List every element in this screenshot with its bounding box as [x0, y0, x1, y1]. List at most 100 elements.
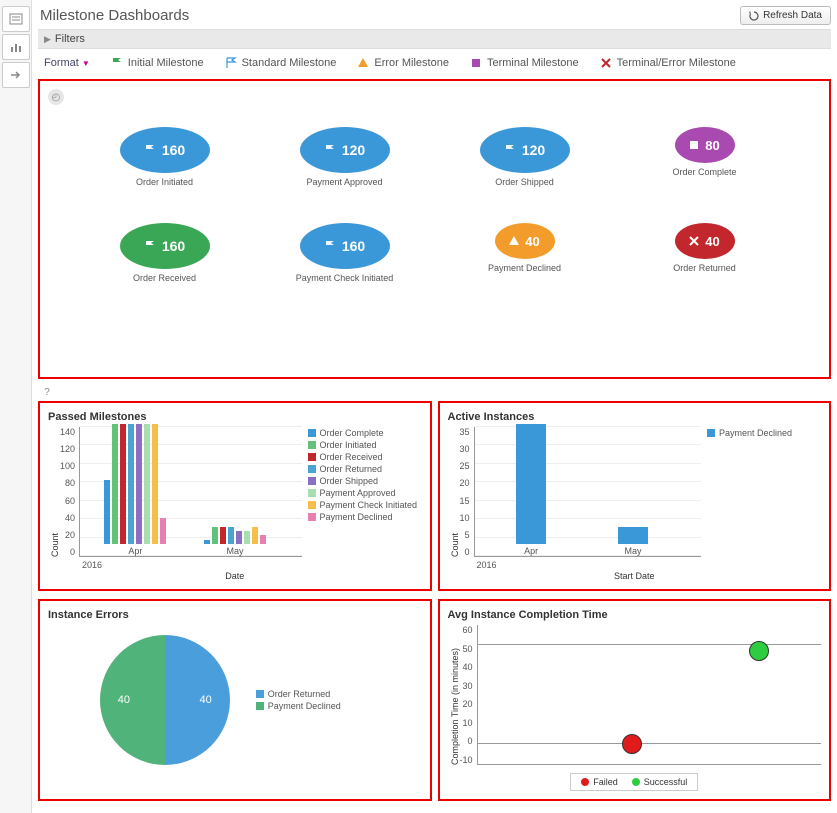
- year-label: 2016: [82, 560, 102, 570]
- x-tick-label: Apr: [128, 546, 142, 556]
- refresh-label: Refresh Data: [763, 10, 822, 21]
- stop-icon: [689, 140, 699, 150]
- flag-initial-icon: [110, 57, 124, 69]
- bar[interactable]: [128, 424, 134, 544]
- bar[interactable]: [104, 480, 110, 544]
- year-label: 2016: [477, 560, 497, 570]
- bar[interactable]: [244, 531, 250, 544]
- legend-terminal-milestone: Terminal Milestone: [469, 57, 579, 69]
- bar[interactable]: [220, 527, 226, 544]
- chevron-right-icon: ▶: [44, 34, 51, 45]
- y-axis-label: Count: [448, 427, 460, 557]
- milestone-node[interactable]: 40: [675, 223, 735, 259]
- bar[interactable]: [152, 424, 158, 544]
- milestone-label: Order Returned: [673, 263, 736, 273]
- bar-chart-icon: [9, 41, 23, 53]
- milestone-value: 160: [342, 238, 365, 254]
- refresh-icon: [749, 11, 759, 21]
- format-label: Format: [44, 57, 79, 69]
- x-tick-label: May: [227, 546, 244, 556]
- chart-title: Passed Milestones: [48, 411, 422, 423]
- flag-solid-icon: [144, 240, 156, 252]
- bar[interactable]: [204, 540, 210, 544]
- instance-errors-panel: Instance Errors 40 40 Order ReturnedPaym…: [38, 599, 432, 801]
- warn-icon: [356, 57, 370, 69]
- bar[interactable]: [144, 424, 150, 544]
- format-dropdown[interactable]: Format ▼: [44, 57, 90, 69]
- x-icon: [689, 236, 699, 246]
- flag-icon: [144, 144, 156, 156]
- milestone-label: Order Complete: [672, 167, 736, 177]
- milestone-node[interactable]: 160: [120, 223, 210, 269]
- y-axis-label: Count: [48, 427, 60, 557]
- scatter-point[interactable]: [622, 734, 642, 754]
- pie-chart[interactable]: 40 40: [100, 635, 230, 765]
- bar[interactable]: [212, 527, 218, 544]
- refresh-data-button[interactable]: Refresh Data: [740, 6, 831, 25]
- legend-error-milestone: Error Milestone: [356, 57, 449, 69]
- bar[interactable]: [252, 527, 258, 544]
- filters-toggle[interactable]: ▶ Filters: [38, 29, 831, 49]
- help-icon[interactable]: ?: [40, 385, 54, 399]
- milestone-value: 80: [705, 138, 719, 153]
- chart-title: Active Instances: [448, 411, 822, 423]
- milestone-node[interactable]: 160: [300, 223, 390, 269]
- active-instances-panel: Active Instances Count 35302520151050 20…: [438, 401, 832, 591]
- milestone-value: 40: [705, 234, 719, 249]
- bar[interactable]: [228, 527, 234, 544]
- rail-nav-tasks[interactable]: [2, 6, 30, 32]
- flag-standard-icon: [224, 57, 238, 69]
- milestone-label: Payment Declined: [488, 263, 561, 273]
- milestone-label: Order Initiated: [136, 177, 193, 187]
- milestone-label: Payment Approved: [306, 177, 382, 187]
- milestone-label: Order Shipped: [495, 177, 554, 187]
- export-arrow-icon: [9, 69, 23, 81]
- legend-standard-milestone: Standard Milestone: [224, 57, 337, 69]
- chart-legend: FailedSuccessful: [570, 773, 698, 791]
- scatter-plot[interactable]: [477, 625, 821, 765]
- x-tick-label: Apr: [524, 546, 538, 556]
- milestone-value: 120: [522, 142, 545, 158]
- bar[interactable]: [112, 424, 118, 544]
- milestone-value: 160: [162, 142, 185, 158]
- bar[interactable]: [160, 518, 166, 544]
- legend-terminal-error-milestone: Terminal/Error Milestone: [599, 57, 736, 69]
- bar[interactable]: [120, 424, 126, 544]
- x-error-icon: [599, 57, 613, 69]
- milestone-value: 160: [162, 238, 185, 254]
- milestone-value: 40: [525, 234, 539, 249]
- x-axis-label: Date: [48, 571, 422, 581]
- bar[interactable]: [618, 527, 648, 544]
- filters-label: Filters: [55, 33, 85, 45]
- milestone-node[interactable]: 160: [120, 127, 210, 173]
- y-axis-label: Completion Time (in minutes): [448, 625, 460, 765]
- flag-icon: [504, 144, 516, 156]
- bar[interactable]: [516, 424, 546, 544]
- page-title: Milestone Dashboards: [40, 7, 189, 24]
- bar[interactable]: [260, 535, 266, 544]
- tasks-list-icon: [9, 13, 23, 25]
- bar[interactable]: [136, 424, 142, 544]
- flag-icon: [324, 240, 336, 252]
- chart-legend: Order CompleteOrder InitiatedOrder Recei…: [302, 427, 422, 557]
- milestone-node[interactable]: 40: [495, 223, 555, 259]
- x-tick-label: May: [625, 546, 642, 556]
- milestone-node[interactable]: 120: [300, 127, 390, 173]
- caret-down-icon: ▼: [82, 59, 90, 68]
- clock-history-icon[interactable]: ◴: [48, 89, 64, 105]
- bar[interactable]: [236, 531, 242, 544]
- milestone-label: Payment Check Initiated: [296, 273, 394, 283]
- milestone-node[interactable]: 120: [480, 127, 570, 173]
- pie-slice-value: 40: [118, 694, 130, 706]
- scatter-point[interactable]: [749, 641, 769, 661]
- milestone-value: 120: [342, 142, 365, 158]
- stop-icon: [469, 57, 483, 69]
- chart-legend: Order ReturnedPayment Declined: [250, 688, 370, 712]
- milestone-label: Order Received: [133, 273, 196, 283]
- milestone-node[interactable]: 80: [675, 127, 735, 163]
- rail-nav-chart[interactable]: [2, 34, 30, 60]
- rail-nav-export[interactable]: [2, 62, 30, 88]
- chart-legend: Payment Declined: [701, 427, 821, 557]
- x-axis-label: Start Date: [448, 571, 822, 581]
- passed-milestones-panel: Passed Milestones Count 1401201008060402…: [38, 401, 432, 591]
